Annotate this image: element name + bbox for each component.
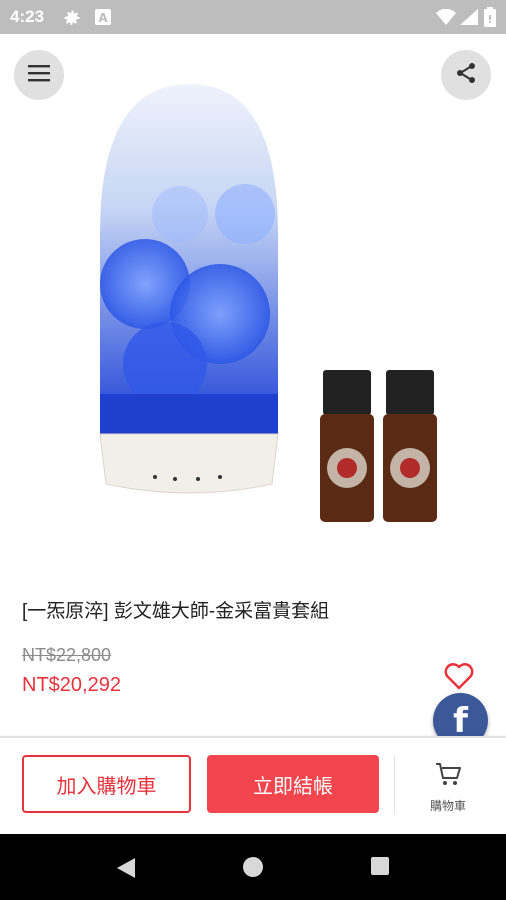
original-price: NT$22,800 <box>22 645 112 665</box>
product-image[interactable] <box>70 84 450 554</box>
signal-icon <box>460 9 478 30</box>
bottom-action-bar: 加入購物車 立即結帳 購物車 <box>0 738 506 834</box>
divider <box>394 756 395 814</box>
recents-icon[interactable] <box>370 856 390 881</box>
facebook-icon: f <box>453 700 468 741</box>
gear-icon <box>62 8 82 33</box>
sale-price: NT$20,292 <box>22 674 121 696</box>
svg-text:A: A <box>98 11 108 25</box>
cart-button[interactable]: 購物車 <box>420 760 476 820</box>
system-nav-bar <box>0 834 506 900</box>
product-title: [一炁原淬] 彭文雄大師-金采富貴套組 <box>22 601 330 622</box>
menu-button[interactable] <box>14 50 64 100</box>
share-icon <box>454 61 478 90</box>
add-to-cart-button[interactable]: 加入購物車 <box>22 755 191 813</box>
cart-label: 購物車 <box>429 799 466 813</box>
svg-text:!: ! <box>487 13 492 26</box>
status-bar: 4:23 A ! <box>0 0 506 34</box>
buy-now-button[interactable]: 立即結帳 <box>207 755 379 813</box>
product-page: [一炁原淬] 彭文雄大師-金采富貴套組 NT$22,800 NT$20,292 … <box>0 34 506 834</box>
favorite-heart-icon[interactable] <box>444 662 474 695</box>
battery-icon: ! <box>484 7 496 32</box>
wifi-icon <box>436 8 456 30</box>
cart-icon <box>434 763 462 792</box>
hamburger-menu-icon <box>28 64 50 87</box>
back-icon[interactable] <box>115 856 137 885</box>
font-a-icon: A <box>94 8 112 31</box>
status-time: 4:23 <box>10 7 45 26</box>
home-icon[interactable] <box>242 856 264 883</box>
